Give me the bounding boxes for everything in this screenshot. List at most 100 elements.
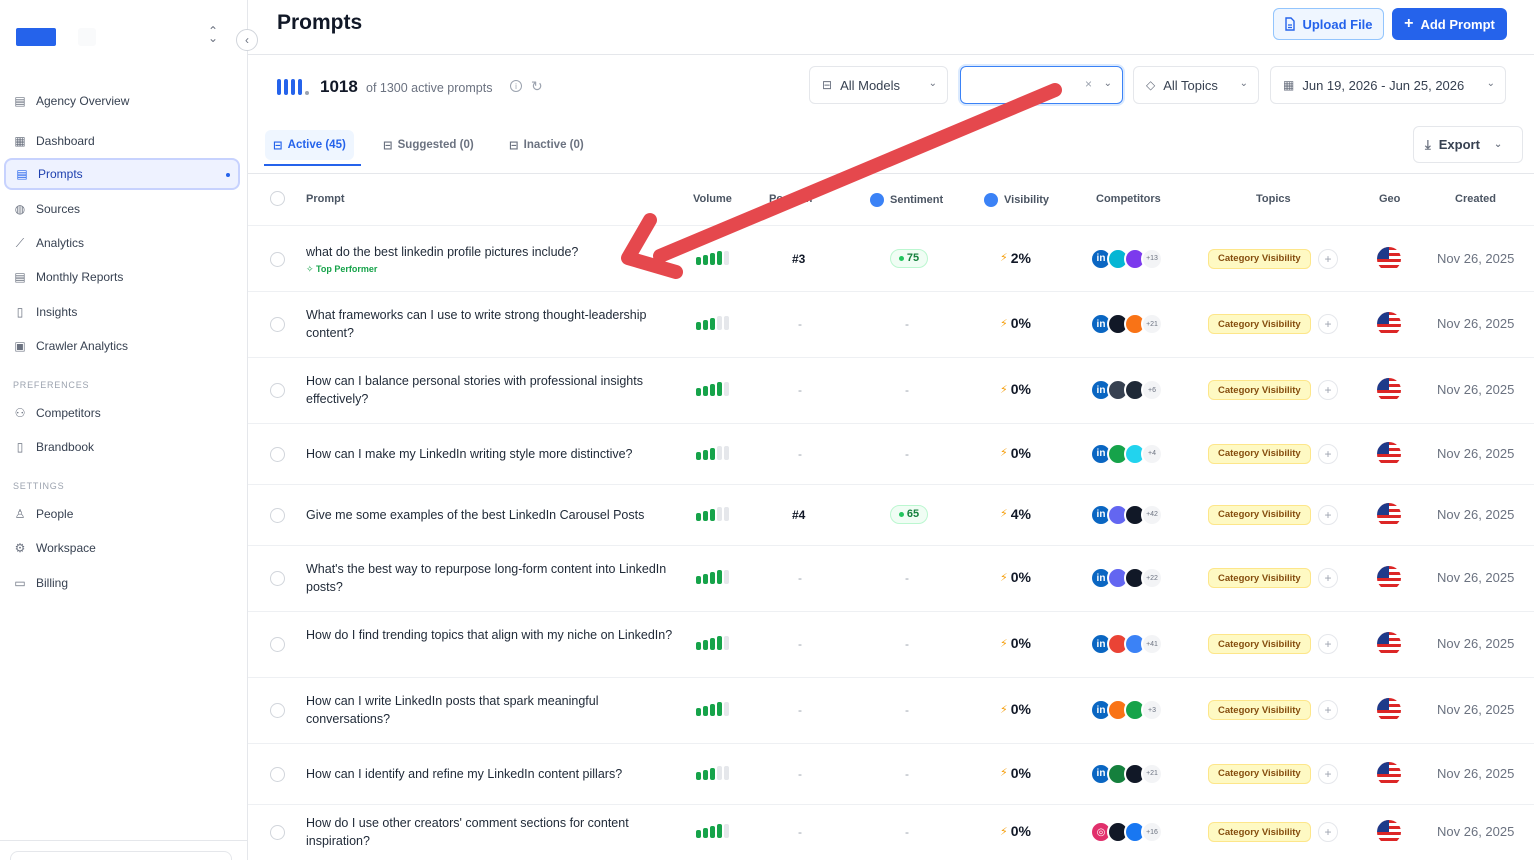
add-topic-button[interactable]: + — [1318, 380, 1338, 400]
add-topic-button[interactable]: + — [1318, 568, 1338, 588]
topic-badge[interactable]: Category Visibility — [1208, 380, 1311, 400]
competitor-avatars[interactable]: in +21 — [1090, 313, 1163, 335]
tab-suggested[interactable]: ⊟ Suggested (0) — [383, 130, 474, 160]
sidebar-item-workspace[interactable]: ⚙ Workspace — [4, 532, 240, 564]
sidebar-item-competitors[interactable]: ⚇ Competitors — [4, 397, 240, 429]
add-topic-button[interactable]: + — [1318, 763, 1338, 784]
column-header-visibility[interactable]: Visibility — [984, 193, 1049, 207]
column-header-topics[interactable]: Topics — [1256, 193, 1291, 205]
column-header-sentiment[interactable]: Sentiment — [870, 193, 943, 207]
topic-badge[interactable]: Category Visibility — [1208, 248, 1311, 269]
topic-badge[interactable]: Category Visibility — [1208, 443, 1311, 464]
refresh-icon[interactable]: ↻ — [531, 78, 543, 95]
competitor-avatars[interactable]: in +13 — [1090, 247, 1163, 270]
search-filter-input[interactable]: × ⌄ — [960, 66, 1123, 104]
add-topic-button[interactable]: + — [1318, 248, 1338, 269]
competitor-more-count[interactable]: +22 — [1141, 567, 1163, 589]
competitor-avatars[interactable]: in +4 — [1090, 442, 1163, 465]
competitor-more-count[interactable]: +3 — [1141, 699, 1163, 721]
row-checkbox[interactable] — [270, 446, 285, 462]
info-icon[interactable]: i — [510, 80, 522, 92]
column-header-competitors[interactable]: Competitors — [1096, 193, 1161, 205]
sidebar-footer-card[interactable] — [10, 851, 232, 860]
collapse-sidebar-button[interactable]: ‹ — [236, 29, 258, 51]
clear-icon[interactable]: × — [1085, 77, 1092, 91]
sidebar-item-prompts[interactable]: ▤ Prompts — [4, 158, 240, 190]
column-header-position[interactable]: Position — [769, 193, 812, 205]
add-topic-button[interactable]: + — [1318, 822, 1338, 842]
competitor-more-count[interactable]: +6 — [1141, 379, 1163, 401]
prompt-text[interactable]: How can I make my LinkedIn writing style… — [306, 445, 676, 463]
row-checkbox[interactable] — [270, 571, 285, 586]
competitor-more-count[interactable]: +21 — [1141, 762, 1163, 785]
row-checkbox[interactable] — [270, 251, 285, 267]
competitor-avatars[interactable]: in +6 — [1090, 379, 1163, 401]
competitor-more-count[interactable]: +42 — [1141, 503, 1163, 526]
workspace-logo[interactable] — [16, 28, 56, 46]
row-checkbox[interactable] — [270, 317, 285, 332]
sidebar-item-monthly-reports[interactable]: ▤ Monthly Reports — [4, 261, 240, 293]
add-topic-button[interactable]: + — [1318, 700, 1338, 720]
add-prompt-button[interactable]: + Add Prompt — [1392, 8, 1507, 40]
column-header-prompt[interactable]: Prompt — [306, 193, 345, 205]
workspace-switcher-icon[interactable]: ⌃ ⌄ — [208, 25, 218, 44]
prompt-text[interactable]: How can I identify and refine my LinkedI… — [306, 765, 676, 783]
prompt-text[interactable]: How do I use other creators' comment sec… — [306, 814, 676, 850]
models-filter[interactable]: ⊟ All Models ⌄ — [809, 66, 948, 104]
competitor-avatars[interactable]: ◎ +16 — [1090, 821, 1163, 843]
add-topic-button[interactable]: + — [1318, 443, 1338, 464]
prompt-text[interactable]: How can I balance personal stories with … — [306, 372, 676, 408]
prompt-text[interactable]: How can I write LinkedIn posts that spar… — [306, 692, 676, 728]
prompt-text[interactable]: what do the best linkedin profile pictur… — [306, 243, 676, 261]
tab-inactive[interactable]: ⊟ Inactive (0) — [509, 130, 584, 160]
sidebar-item-crawler-analytics[interactable]: ▣ Crawler Analytics — [4, 330, 240, 362]
topics-filter[interactable]: ◇ All Topics ⌄ — [1133, 66, 1259, 104]
competitor-more-count[interactable]: +13 — [1141, 247, 1163, 270]
competitor-more-count[interactable]: +21 — [1141, 313, 1163, 335]
sidebar-item-insights[interactable]: ▯ Insights — [4, 296, 240, 328]
upload-file-button[interactable]: Upload File — [1273, 8, 1384, 40]
sidebar-item-analytics[interactable]: ⟋ Analytics — [4, 227, 240, 259]
topic-badge[interactable]: Category Visibility — [1208, 568, 1311, 588]
select-all-checkbox[interactable] — [270, 191, 285, 206]
topic-badge[interactable]: Category Visibility — [1208, 314, 1311, 334]
topic-badge[interactable]: Category Visibility — [1208, 700, 1311, 720]
add-topic-button[interactable]: + — [1318, 314, 1338, 334]
column-header-geo[interactable]: Geo — [1379, 193, 1400, 205]
row-checkbox[interactable] — [270, 507, 285, 523]
competitor-avatars[interactable]: in +22 — [1090, 567, 1163, 589]
prompt-text[interactable]: What's the best way to repurpose long-fo… — [306, 560, 676, 596]
row-checkbox[interactable] — [270, 703, 285, 718]
column-header-created[interactable]: Created — [1455, 193, 1496, 205]
sidebar-item-agency-overview[interactable]: ▤ Agency Overview — [4, 85, 240, 117]
competitor-more-count[interactable]: +4 — [1141, 442, 1163, 465]
sidebar-item-brandbook[interactable]: ▯ Brandbook — [4, 431, 240, 463]
add-topic-button[interactable]: + — [1318, 504, 1338, 525]
row-checkbox[interactable] — [270, 825, 285, 840]
row-checkbox[interactable] — [270, 766, 285, 782]
competitor-more-count[interactable]: +16 — [1141, 821, 1163, 843]
sidebar-item-billing[interactable]: ▭ Billing — [4, 567, 240, 599]
row-checkbox[interactable] — [270, 637, 285, 652]
topic-badge[interactable]: Category Visibility — [1208, 763, 1311, 784]
sidebar-item-dashboard[interactable]: ▦ Dashboard — [4, 125, 240, 157]
topic-badge[interactable]: Category Visibility — [1208, 822, 1311, 842]
date-range-picker[interactable]: ▦ Jun 19, 2026 - Jun 25, 2026 ⌄ — [1270, 66, 1506, 104]
tab-active[interactable]: ⊟ Active (45) — [265, 130, 354, 160]
topic-badge[interactable]: Category Visibility — [1208, 504, 1311, 525]
competitor-more-count[interactable]: +41 — [1141, 633, 1163, 655]
prompt-text[interactable]: How do I find trending topics that align… — [306, 626, 676, 644]
competitor-avatars[interactable]: in +3 — [1090, 699, 1163, 721]
add-topic-button[interactable]: + — [1318, 634, 1338, 654]
sidebar-item-sources[interactable]: ◍ Sources — [4, 193, 240, 225]
sidebar-item-people[interactable]: ♙ People — [4, 498, 240, 530]
column-header-volume[interactable]: Volume — [693, 193, 732, 205]
topic-badge[interactable]: Category Visibility — [1208, 634, 1311, 654]
prompt-text[interactable]: What frameworks can I use to write stron… — [306, 306, 676, 342]
competitor-avatars[interactable]: in +41 — [1090, 633, 1163, 655]
row-checkbox[interactable] — [270, 383, 285, 398]
competitor-avatars[interactable]: in +21 — [1090, 762, 1163, 785]
prompt-text[interactable]: Give me some examples of the best Linked… — [306, 506, 676, 524]
competitor-avatars[interactable]: in +42 — [1090, 503, 1163, 526]
export-button[interactable]: ⤓ Export ⌄ — [1413, 126, 1523, 163]
